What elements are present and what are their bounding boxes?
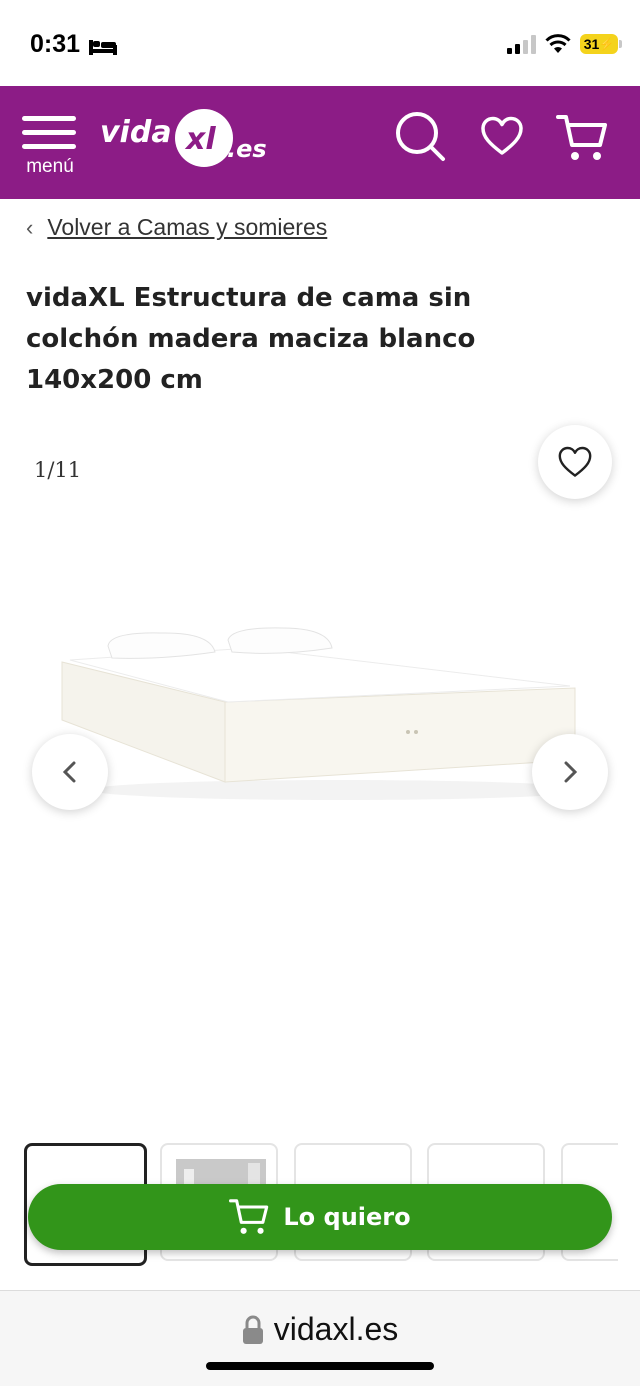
site-header: menú vida xl .es [0, 86, 640, 199]
signal-icon [507, 35, 536, 54]
chevron-left-icon [62, 761, 76, 783]
next-image-button[interactable] [532, 734, 608, 810]
sleep-icon [89, 40, 117, 55]
add-to-cart-button[interactable]: Lo quiero [28, 1184, 612, 1250]
menu-icon-bar [22, 130, 76, 135]
heart-icon [558, 446, 592, 477]
heart-icon[interactable] [480, 116, 524, 156]
breadcrumb: ‹ Volver a Camas y somieres [26, 214, 327, 241]
product-image[interactable] [50, 600, 590, 810]
url-display[interactable]: vidaxl.es [0, 1311, 640, 1348]
add-to-cart-label: Lo quiero [283, 1203, 411, 1231]
image-counter: 1/11 [34, 458, 82, 482]
battery-icon: 31 ⚡ [580, 34, 622, 54]
logo-text-xl: xl [184, 122, 216, 157]
cart-icon [229, 1199, 269, 1234]
search-icon[interactable] [394, 110, 446, 162]
status-indicators: 31 ⚡ [506, 34, 622, 54]
menu-icon-bar [22, 144, 76, 149]
logo-text-domain: .es [227, 135, 267, 163]
status-time: 0:31 [30, 30, 81, 58]
home-indicator[interactable] [206, 1362, 434, 1370]
add-to-wishlist-button[interactable] [538, 425, 612, 499]
status-bar: 0:31 31 ⚡ [0, 0, 640, 86]
url-text: vidaxl.es [273, 1311, 399, 1347]
menu-icon [22, 116, 76, 121]
product-title: vidaXL Estructura de cama sin colchón ma… [26, 283, 476, 395]
menu-label: menú [26, 156, 74, 177]
battery-level: 31 [583, 36, 600, 52]
vidaxl-logo[interactable]: vida xl .es [100, 104, 280, 176]
logo-text-vida: vida [100, 115, 172, 150]
browser-url-bar[interactable]: vidaxl.es [0, 1290, 640, 1386]
chevron-left-icon: ‹ [26, 214, 34, 240]
chevron-right-icon [564, 761, 578, 783]
menu-button[interactable]: menú [20, 112, 80, 182]
lock-icon [242, 1315, 263, 1344]
previous-image-button[interactable] [32, 734, 108, 810]
cart-icon[interactable] [556, 112, 608, 164]
wifi-icon [545, 34, 571, 53]
breadcrumb-link[interactable]: Volver a Camas y somieres [47, 214, 327, 241]
